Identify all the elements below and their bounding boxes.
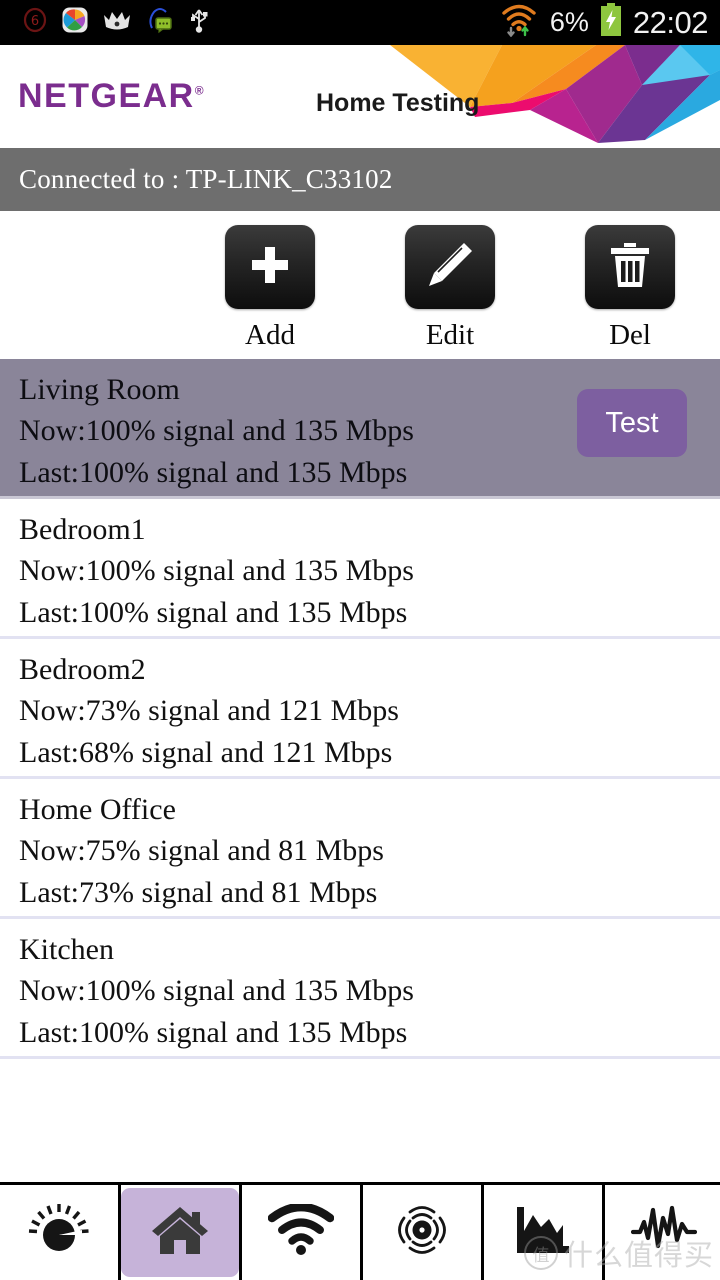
location-name: Home Office: [19, 793, 176, 826]
usb-icon: [188, 6, 210, 39]
status-bar-clock: 22:02: [632, 4, 709, 40]
location-last-value: Last:73% signal and 81 Mbps: [19, 876, 378, 909]
location-name: Kitchen: [19, 933, 114, 966]
nav-waveform[interactable]: [605, 1185, 720, 1280]
edit-button-surface[interactable]: [405, 225, 495, 309]
battery-percent-label: 6%: [549, 7, 589, 37]
status-bar: 6 6% 22:02: [0, 0, 720, 45]
app-header: NETGEAR® Home Testing: [0, 45, 720, 148]
home-icon: [150, 1202, 210, 1263]
bottom-navigation: 值 什么值得买: [0, 1182, 720, 1280]
delete-button-label: Del: [609, 319, 651, 351]
location-name: Bedroom1: [19, 513, 146, 546]
table-row[interactable]: Kitchen Now:100% signal and 135 Mbps Las…: [0, 919, 720, 1059]
location-last-value: Last:100% signal and 135 Mbps: [19, 596, 408, 629]
nav-speed-test[interactable]: [0, 1185, 121, 1280]
alarm-6-icon: 6: [22, 7, 48, 38]
nav-signal-strength[interactable]: [363, 1185, 484, 1280]
status-bar-right-icons: 6% 22:02: [500, 0, 709, 45]
location-now-value: Now:73% signal and 121 Mbps: [19, 694, 399, 727]
add-button-label: Add: [245, 319, 295, 351]
add-button-surface[interactable]: [225, 225, 315, 309]
pencil-icon: [424, 239, 476, 296]
location-now-value: Now:100% signal and 135 Mbps: [19, 554, 414, 587]
delete-button[interactable]: Del: [540, 225, 720, 352]
netgear-brand-logo: NETGEAR®: [18, 77, 204, 116]
waveform-icon: [630, 1204, 698, 1261]
location-last-value: Last:68% signal and 121 Mbps: [19, 736, 393, 769]
location-last-value: Last:100% signal and 135 Mbps: [19, 456, 408, 489]
nav-home[interactable]: [121, 1185, 242, 1280]
message-bubble-icon: [146, 6, 174, 39]
speedometer-icon: [26, 1202, 92, 1263]
signal-broadcast-icon: [391, 1202, 453, 1263]
registered-mark: ®: [194, 83, 204, 98]
location-list: Living Room Now:100% signal and 135 Mbps…: [0, 359, 720, 1182]
delete-button-surface[interactable]: [585, 225, 675, 309]
location-last-value: Last:100% signal and 135 Mbps: [19, 1016, 408, 1049]
table-row[interactable]: Bedroom1 Now:100% signal and 135 Mbps La…: [0, 499, 720, 639]
plus-icon: [245, 240, 295, 295]
brand-text: NETGEAR: [18, 77, 195, 115]
nav-wifi-analyzer[interactable]: [242, 1185, 363, 1280]
connected-ssid-label: Connected to : TP-LINK_C33102: [19, 164, 393, 194]
wifi-signal-icon: [500, 3, 540, 42]
table-row[interactable]: Home Office Now:75% signal and 81 Mbps L…: [0, 779, 720, 919]
photo-gallery-icon: [62, 7, 88, 38]
crown-mask-icon: [102, 7, 132, 38]
battery-charging-icon: [599, 3, 623, 42]
page-title: Home Testing: [316, 89, 480, 117]
edit-button-label: Edit: [425, 319, 475, 351]
table-row[interactable]: Living Room Now:100% signal and 135 Mbps…: [0, 359, 720, 499]
add-button[interactable]: Add: [180, 225, 360, 352]
table-row[interactable]: Bedroom2 Now:73% signal and 121 Mbps Las…: [0, 639, 720, 779]
action-toolbar: Add Edit Del: [0, 211, 720, 359]
chart-icon: [513, 1203, 573, 1262]
connected-status-bar: Connected to : TP-LINK_C33102: [0, 148, 720, 211]
svg-text:6: 6: [31, 14, 39, 29]
list-empty-space: [0, 1059, 720, 1182]
edit-button[interactable]: Edit: [360, 225, 540, 352]
nav-chart[interactable]: [484, 1185, 605, 1280]
location-name: Bedroom2: [19, 653, 146, 686]
location-now-value: Now:100% signal and 135 Mbps: [19, 974, 414, 1007]
app-screen: 6 6% 22:02 NETGEAR® Home Testing Connect…: [0, 0, 720, 1280]
location-now-value: Now:75% signal and 81 Mbps: [19, 834, 384, 867]
trash-icon: [606, 240, 654, 295]
wifi-icon: [267, 1202, 335, 1261]
status-bar-left-icons: 6: [0, 6, 210, 39]
test-button[interactable]: Test: [577, 389, 687, 457]
